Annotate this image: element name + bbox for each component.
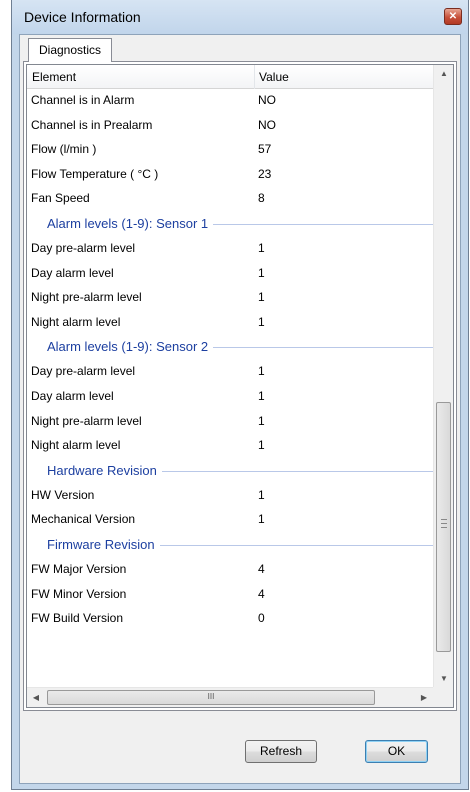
scroll-up-icon[interactable]: ▲ (434, 65, 453, 83)
value-cell: 1 (258, 240, 265, 255)
element-cell: Night alarm level (31, 314, 121, 329)
list-rows: Channel is in Alarm NO Channel is in Preal… (27, 89, 433, 632)
list-header: Element Value (27, 65, 433, 89)
scroll-down-icon[interactable]: ▼ (434, 670, 453, 688)
scrollbar-corner (433, 687, 453, 707)
table-row[interactable]: Night alarm level 1 (27, 434, 433, 459)
table-row[interactable]: Day pre-alarm level 1 (27, 360, 433, 385)
ok-button[interactable]: OK (365, 740, 428, 763)
value-cell: 0 (258, 611, 265, 626)
table-row[interactable]: FW Build Version 0 (27, 607, 433, 632)
scroll-left-icon[interactable]: ◀ (27, 689, 45, 707)
element-cell: Fan Speed (31, 191, 90, 206)
group-title: Firmware Revision (47, 536, 160, 552)
value-cell: 1 (258, 314, 265, 329)
table-row[interactable]: Channel is in Alarm NO (27, 89, 433, 114)
vertical-scroll-thumb[interactable] (436, 402, 451, 652)
title-bar[interactable]: Device Information ✕ (12, 0, 468, 34)
value-cell: 4 (258, 561, 265, 576)
element-cell: Channel is in Prealarm (31, 117, 153, 132)
horizontal-scrollbar[interactable]: ◀ III ▶ (27, 687, 433, 707)
refresh-button[interactable]: Refresh (245, 740, 317, 763)
value-cell: 1 (258, 364, 265, 379)
value-cell: 1 (258, 290, 265, 305)
table-row[interactable]: Mechanical Version 1 (27, 508, 433, 533)
element-cell: HW Version (31, 487, 95, 502)
element-cell: Day pre-alarm level (31, 240, 136, 255)
group-header: Alarm levels (1-9): Sensor 2 (27, 335, 433, 360)
column-header-element[interactable]: Element (32, 70, 76, 84)
group-title: Alarm levels (1-9): Sensor 2 (47, 339, 214, 355)
element-cell: Flow Temperature ( °C ) (31, 166, 159, 181)
element-cell: Flow (l/min ) (31, 142, 97, 157)
table-row[interactable]: HW Version 1 (27, 484, 433, 509)
element-cell: FW Minor Version (31, 586, 127, 601)
column-divider[interactable] (254, 65, 255, 89)
table-row[interactable]: FW Minor Version 4 (27, 583, 433, 608)
value-cell: 1 (258, 487, 265, 502)
value-cell: 8 (258, 191, 265, 206)
element-cell: Day alarm level (31, 388, 114, 403)
grip-icon (441, 519, 447, 528)
table-row[interactable]: FW Major Version 4 (27, 558, 433, 583)
scroll-right-icon[interactable]: ▶ (415, 689, 433, 707)
table-row[interactable]: Flow (l/min ) 57 (27, 138, 433, 163)
element-cell: Night pre-alarm level (31, 413, 142, 428)
element-cell: Mechanical Version (31, 512, 136, 527)
window-title: Device Information (24, 9, 141, 25)
element-cell: Night alarm level (31, 438, 121, 453)
column-header-value[interactable]: Value (259, 70, 289, 84)
table-row[interactable]: Night pre-alarm level 1 (27, 410, 433, 435)
value-cell: 1 (258, 438, 265, 453)
horizontal-scroll-thumb[interactable]: III (47, 690, 375, 705)
device-information-window: Device Information ✕ Diagnostics Element… (11, 0, 469, 790)
value-cell: 23 (258, 166, 272, 181)
element-cell: FW Major Version (31, 561, 127, 576)
element-cell: Night pre-alarm level (31, 290, 142, 305)
diagnostics-tab-page: Element Value Channel is in Alarm NO Chann… (23, 61, 457, 711)
value-cell: NO (258, 93, 276, 107)
table-row[interactable]: Day pre-alarm level 1 (27, 237, 433, 262)
table-row[interactable]: Night alarm level 1 (27, 311, 433, 336)
value-cell: 1 (258, 413, 265, 428)
table-row[interactable]: Channel is in Prealarm NO (27, 114, 433, 139)
group-header: Alarm levels (1-9): Sensor 1 (27, 212, 433, 237)
vertical-scrollbar[interactable]: ▲ ▼ (433, 65, 453, 688)
element-cell: Day alarm level (31, 265, 114, 280)
group-title: Hardware Revision (47, 462, 162, 478)
element-cell: Channel is in Alarm (31, 93, 135, 107)
group-header: Firmware Revision (27, 533, 433, 558)
group-title: Alarm levels (1-9): Sensor 1 (47, 215, 214, 231)
table-row[interactable]: Night pre-alarm level 1 (27, 286, 433, 311)
value-cell: 4 (258, 586, 265, 601)
tab-diagnostics[interactable]: Diagnostics (28, 38, 113, 62)
group-header: Hardware Revision (27, 459, 433, 484)
close-icon[interactable]: ✕ (444, 8, 462, 25)
diagnostics-list: Element Value Channel is in Alarm NO Chann… (26, 64, 454, 708)
dialog-body: Diagnostics Element Value Channel is in … (19, 34, 461, 784)
element-cell: Day pre-alarm level (31, 364, 136, 379)
value-cell: 1 (258, 388, 265, 403)
value-cell: 1 (258, 265, 265, 280)
table-row[interactable]: Day alarm level 1 (27, 385, 433, 410)
value-cell: 57 (258, 142, 272, 157)
table-row[interactable]: Day alarm level 1 (27, 262, 433, 287)
element-cell: FW Build Version (31, 611, 124, 626)
value-cell: 1 (258, 512, 265, 527)
value-cell: NO (258, 117, 276, 132)
table-row[interactable]: Flow Temperature ( °C ) 23 (27, 163, 433, 188)
table-row[interactable]: Fan Speed 8 (27, 187, 433, 212)
